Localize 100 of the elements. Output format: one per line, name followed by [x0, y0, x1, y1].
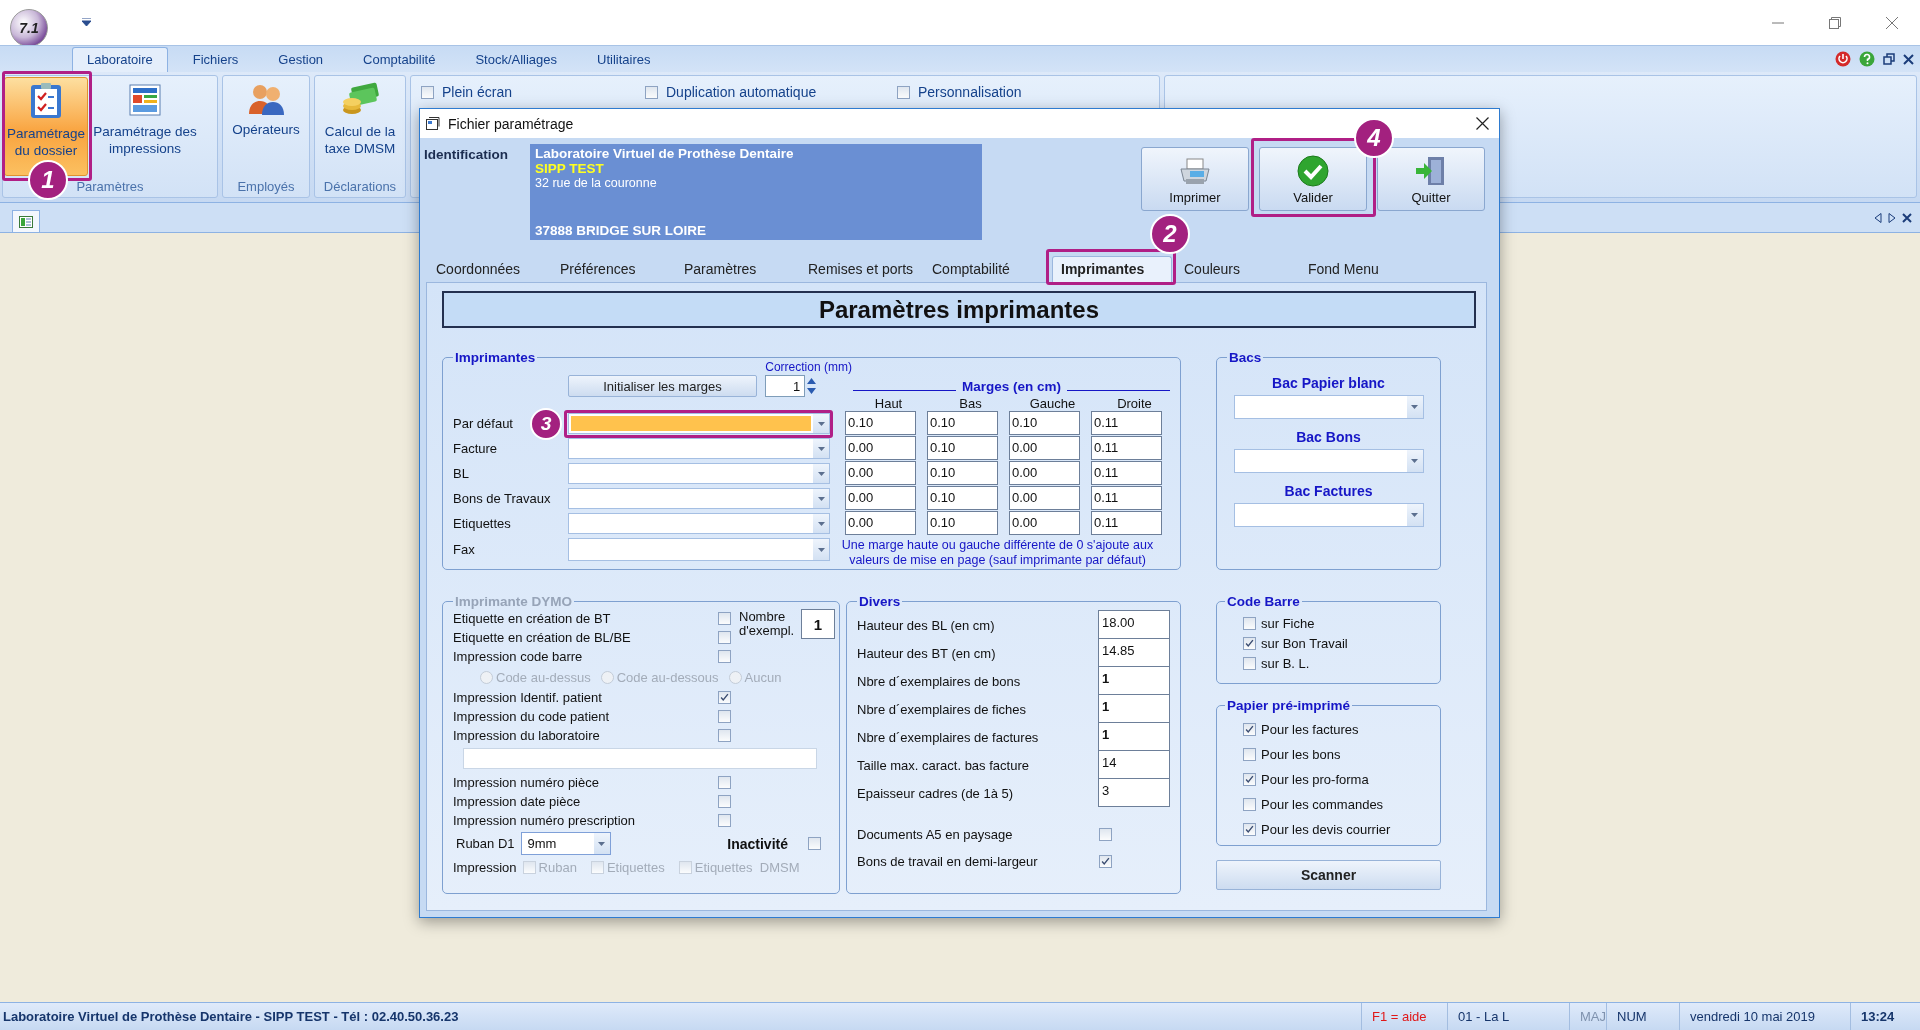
reset-margins-button[interactable]: Initialiser les marges: [567, 375, 758, 397]
checkbox[interactable]: [718, 650, 731, 663]
document-tab[interactable]: [12, 210, 40, 232]
tab[interactable]: Remises et ports: [804, 257, 928, 282]
checkbox[interactable]: [590, 860, 604, 874]
checkbox[interactable]: [718, 729, 731, 742]
margin-field[interactable]: 0.00: [1009, 461, 1080, 485]
caret-icon[interactable]: [817, 496, 825, 501]
ribbon-tab[interactable]: Comptabilité: [348, 47, 451, 72]
toolbar-button[interactable]: Valider: [1259, 147, 1367, 211]
margin-field[interactable]: 0.00: [845, 461, 916, 485]
checkbox[interactable]: [897, 85, 910, 99]
ribbon-tab[interactable]: Stock/Alliages: [460, 47, 573, 72]
caret-icon[interactable]: [598, 841, 606, 846]
tab[interactable]: Comptabilité: [928, 257, 1052, 282]
checkbox[interactable]: [718, 612, 731, 625]
help-icon[interactable]: [1859, 51, 1875, 67]
scanner-button[interactable]: Scanner: [1216, 860, 1441, 890]
restore-icon[interactable]: [1883, 53, 1895, 65]
checkbox[interactable]: [718, 814, 731, 827]
caret-icon[interactable]: [817, 446, 825, 451]
toolbar-button[interactable]: Quitter: [1377, 147, 1485, 211]
checkbox[interactable]: [718, 631, 731, 644]
margin-field[interactable]: 0.11: [1091, 486, 1162, 510]
scroll-right-icon[interactable]: [1888, 212, 1896, 223]
checkbox[interactable]: [1243, 823, 1256, 836]
radio-button[interactable]: [728, 670, 742, 684]
margin-field[interactable]: 0.11: [1091, 511, 1162, 535]
margin-field[interactable]: 0.11: [1091, 436, 1162, 460]
printer-dropdown[interactable]: [568, 513, 830, 534]
value-field[interactable]: 1: [1098, 666, 1170, 695]
margin-field[interactable]: 0.10: [927, 461, 998, 485]
caret-icon[interactable]: [1411, 405, 1418, 409]
radio-button[interactable]: [480, 670, 493, 684]
checkbox[interactable]: [645, 85, 658, 99]
checkbox[interactable]: [1099, 828, 1112, 841]
checkbox[interactable]: [1243, 798, 1256, 811]
ribbon-dropdown[interactable]: 9mm: [520, 832, 611, 855]
printer-dropdown[interactable]: [568, 463, 830, 484]
checkbox[interactable]: [1243, 616, 1256, 630]
tab[interactable]: Couleurs: [1180, 257, 1304, 282]
margin-field[interactable]: 0.10: [927, 436, 998, 460]
quick-access-icon[interactable]: [82, 18, 91, 27]
tab[interactable]: Préférences: [556, 257, 680, 282]
scroll-left-icon[interactable]: [1874, 212, 1882, 223]
radio-button[interactable]: [600, 670, 614, 684]
caret-icon[interactable]: [1411, 459, 1418, 463]
ribbon-button[interactable]: Paramétrage des impressions: [90, 77, 200, 176]
close-icon[interactable]: [1476, 117, 1489, 130]
caret-icon[interactable]: [817, 421, 825, 426]
ribbon-tab[interactable]: Gestion: [263, 47, 339, 72]
margin-field[interactable]: 0.00: [1009, 486, 1080, 510]
ribbon-tab[interactable]: Utilitaires: [582, 47, 666, 72]
restore-icon[interactable]: [1828, 16, 1841, 29]
checkbox[interactable]: [1243, 636, 1256, 650]
checkbox[interactable]: [522, 860, 536, 874]
caret-icon[interactable]: [1411, 513, 1418, 517]
spinner-arrows[interactable]: [807, 377, 817, 395]
checkbox[interactable]: [421, 85, 434, 99]
margin-field[interactable]: 0.00: [845, 436, 916, 460]
margin-field[interactable]: 0.10: [1009, 411, 1080, 435]
printer-dropdown[interactable]: [568, 488, 830, 509]
margin-field[interactable]: 0.00: [1009, 511, 1080, 535]
minimize-icon[interactable]: [1771, 21, 1784, 24]
tab[interactable]: Coordonnées: [432, 257, 556, 282]
copies-field[interactable]: 1: [801, 609, 835, 639]
value-field[interactable]: 1: [1098, 694, 1170, 723]
close-icon[interactable]: [1903, 53, 1914, 65]
value-field[interactable]: 1: [1098, 722, 1170, 751]
ribbon-button[interactable]: Calcul de la taxe DMSM: [316, 77, 404, 176]
toolbar-button[interactable]: Imprimer: [1141, 147, 1249, 211]
margin-field[interactable]: 0.00: [1009, 436, 1080, 460]
tray-dropdown[interactable]: [1233, 503, 1424, 527]
tab[interactable]: Imprimantes: [1052, 256, 1172, 282]
tab[interactable]: Paramètres: [680, 257, 804, 282]
app-logo[interactable]: 7.1: [10, 8, 48, 47]
checkbox[interactable]: [1099, 855, 1112, 868]
laboratory-field[interactable]: [463, 748, 817, 769]
margin-field[interactable]: 0.11: [1091, 461, 1162, 485]
checkbox[interactable]: [808, 837, 821, 850]
caret-icon[interactable]: [817, 471, 825, 476]
caret-icon[interactable]: [817, 547, 825, 552]
checkbox[interactable]: [678, 860, 692, 874]
margin-field[interactable]: 0.11: [1091, 411, 1162, 435]
ribbon-tab[interactable]: Laboratoire: [72, 47, 168, 72]
tray-dropdown[interactable]: [1233, 395, 1424, 419]
power-icon[interactable]: [1835, 51, 1851, 67]
tab[interactable]: Fond Menu: [1304, 257, 1428, 282]
checkbox[interactable]: [718, 795, 731, 808]
value-field[interactable]: 3: [1098, 778, 1170, 807]
checkbox[interactable]: [1243, 656, 1256, 670]
checkbox[interactable]: [718, 691, 731, 704]
margin-field[interactable]: 0.10: [845, 411, 916, 435]
margin-field[interactable]: 0.10: [927, 511, 998, 535]
checkbox[interactable]: [718, 776, 731, 789]
value-field[interactable]: 18.00: [1098, 610, 1170, 639]
printer-dropdown[interactable]: [568, 438, 830, 459]
ribbon-tab[interactable]: Fichiers: [177, 47, 254, 72]
margin-field[interactable]: 0.00: [845, 486, 916, 510]
checkbox[interactable]: [1243, 748, 1256, 761]
